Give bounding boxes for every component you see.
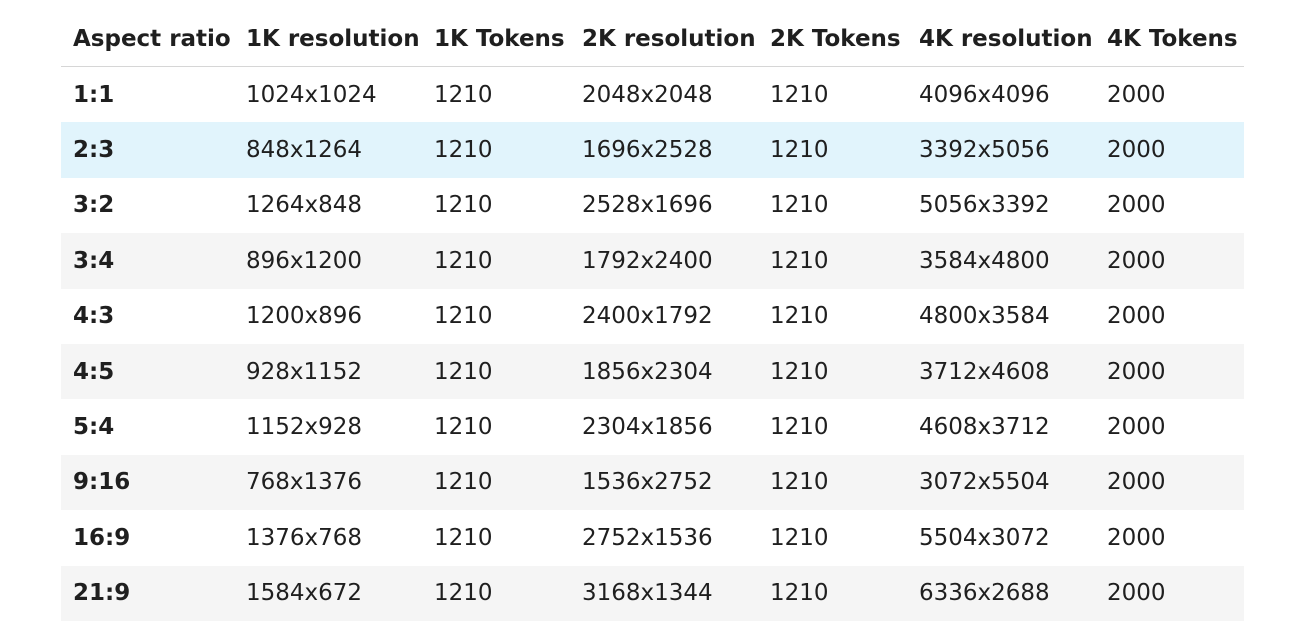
cell-1k-tokens: 1210	[422, 122, 570, 178]
cell-1k-resolution: 1584x672	[234, 565, 422, 621]
table-row: 4:3 1200x896 1210 2400x1792 1210 4800x35…	[61, 289, 1244, 344]
header-1k-resolution: 1K resolution	[234, 11, 422, 67]
cell-aspect-ratio: 5:4	[73, 414, 115, 441]
cell-2k-resolution: 1856x2304	[570, 343, 758, 400]
cell-1k-resolution: 848x1264	[234, 122, 422, 178]
cell-4k-resolution: 5504x3072	[919, 524, 1050, 551]
cell-4k-resolution: 3712x4608	[907, 343, 1095, 400]
cell-aspect-ratio: 16:9	[73, 524, 131, 551]
cell-2k-resolution: 3168x1344	[570, 565, 758, 621]
cell-2k-resolution: 2304x1856	[582, 414, 713, 441]
cell-1k-tokens: 1210	[422, 454, 570, 511]
header-row: Aspect ratio 1K resolution 1K Tokens 2K …	[61, 11, 1244, 67]
cell-aspect-ratio: 21:9	[61, 565, 234, 621]
resolution-table: Aspect ratio 1K resolution 1K Tokens 2K …	[61, 11, 1244, 621]
cell-4k-resolution: 4096x4096	[919, 81, 1050, 108]
cell-aspect-ratio: 9:16	[61, 454, 234, 511]
cell-1k-tokens: 1210	[422, 565, 570, 621]
cell-2k-resolution: 2528x1696	[582, 192, 713, 219]
cell-aspect-ratio: 4:3	[73, 303, 115, 330]
cell-2k-tokens: 1210	[758, 343, 907, 400]
cell-4k-resolution: 4608x3712	[919, 414, 1050, 441]
cell-1k-resolution: 1264x848	[246, 192, 363, 219]
cell-2k-tokens: 1210	[770, 303, 829, 330]
cell-2k-tokens: 1210	[758, 122, 907, 178]
table-header: Aspect ratio 1K resolution 1K Tokens 2K …	[61, 11, 1244, 67]
cell-aspect-ratio: 4:5	[61, 343, 234, 400]
table-row: 3:2 1264x848 1210 2528x1696 1210 5056x33…	[61, 178, 1244, 233]
cell-2k-tokens: 1210	[758, 233, 907, 289]
cell-1k-tokens: 1210	[422, 233, 570, 289]
cell-1k-tokens: 1210	[434, 414, 493, 441]
table-row: 4:5 928x1152 1210 1856x2304 1210 3712x46…	[61, 343, 1244, 400]
table-row: 1:1 1024x1024 1210 2048x2048 1210 4096x4…	[61, 67, 1244, 123]
cell-4k-tokens: 2000	[1095, 454, 1244, 511]
cell-4k-tokens: 2000	[1107, 192, 1166, 219]
header-2k-tokens: 2K Tokens	[758, 11, 907, 67]
cell-2k-resolution: 2048x2048	[582, 81, 713, 108]
cell-4k-tokens: 2000	[1107, 414, 1166, 441]
cell-1k-resolution: 1376x768	[246, 524, 363, 551]
cell-1k-tokens: 1210	[434, 81, 493, 108]
cell-4k-tokens: 2000	[1095, 565, 1244, 621]
cell-4k-tokens: 2000	[1095, 343, 1244, 400]
header-1k-tokens: 1K Tokens	[422, 11, 570, 67]
cell-4k-tokens: 2000	[1107, 524, 1166, 551]
header-aspect-ratio: Aspect ratio	[61, 11, 234, 67]
table-body: 1:1 1024x1024 1210 2048x2048 1210 4096x4…	[61, 67, 1244, 621]
cell-4k-resolution: 6336x2688	[907, 565, 1095, 621]
cell-2k-tokens: 1210	[770, 414, 829, 441]
resolution-table-container: Aspect ratio 1K resolution 1K Tokens 2K …	[61, 11, 1244, 621]
cell-2k-resolution: 2400x1792	[582, 303, 713, 330]
cell-2k-tokens: 1210	[770, 192, 829, 219]
cell-1k-resolution: 1152x928	[246, 414, 363, 441]
cell-4k-tokens: 2000	[1095, 233, 1244, 289]
cell-4k-tokens: 2000	[1107, 81, 1166, 108]
header-2k-resolution: 2K resolution	[570, 11, 758, 67]
cell-4k-resolution: 3584x4800	[907, 233, 1095, 289]
cell-4k-resolution: 5056x3392	[919, 192, 1050, 219]
table-row: 3:4 896x1200 1210 1792x2400 1210 3584x48…	[61, 233, 1244, 289]
cell-2k-resolution: 1792x2400	[570, 233, 758, 289]
cell-1k-resolution: 928x1152	[234, 343, 422, 400]
cell-1k-resolution: 1024x1024	[246, 81, 377, 108]
table-row-highlighted: 2:3 848x1264 1210 1696x2528 1210 3392x50…	[61, 122, 1244, 178]
cell-1k-tokens: 1210	[434, 303, 493, 330]
cell-2k-tokens: 1210	[770, 81, 829, 108]
table-row: 9:16 768x1376 1210 1536x2752 1210 3072x5…	[61, 454, 1244, 511]
cell-2k-resolution: 1696x2528	[570, 122, 758, 178]
cell-2k-tokens: 1210	[770, 524, 829, 551]
cell-2k-tokens: 1210	[758, 454, 907, 511]
table-row: 21:9 1584x672 1210 3168x1344 1210 6336x2…	[61, 565, 1244, 621]
cell-2k-resolution: 2752x1536	[582, 524, 713, 551]
cell-4k-resolution: 3072x5504	[907, 454, 1095, 511]
cell-1k-tokens: 1210	[434, 192, 493, 219]
cell-4k-resolution: 4800x3584	[919, 303, 1050, 330]
cell-4k-tokens: 2000	[1095, 122, 1244, 178]
cell-aspect-ratio: 3:2	[73, 192, 115, 219]
cell-aspect-ratio: 3:4	[61, 233, 234, 289]
cell-4k-resolution: 3392x5056	[907, 122, 1095, 178]
header-4k-tokens: 4K Tokens	[1095, 11, 1244, 67]
header-4k-resolution: 4K resolution	[907, 11, 1095, 67]
table-row: 5:4 1152x928 1210 2304x1856 1210 4608x37…	[61, 399, 1244, 454]
cell-1k-tokens: 1210	[434, 524, 493, 551]
cell-2k-tokens: 1210	[758, 565, 907, 621]
table-row: 16:9 1376x768 1210 2752x1536 1210 5504x3…	[61, 510, 1244, 565]
cell-1k-resolution: 768x1376	[234, 454, 422, 511]
cell-2k-resolution: 1536x2752	[570, 454, 758, 511]
cell-1k-resolution: 896x1200	[234, 233, 422, 289]
cell-1k-resolution: 1200x896	[246, 303, 363, 330]
cell-1k-tokens: 1210	[422, 343, 570, 400]
cell-aspect-ratio: 2:3	[61, 122, 234, 178]
cell-4k-tokens: 2000	[1107, 303, 1166, 330]
cell-aspect-ratio: 1:1	[73, 81, 115, 108]
